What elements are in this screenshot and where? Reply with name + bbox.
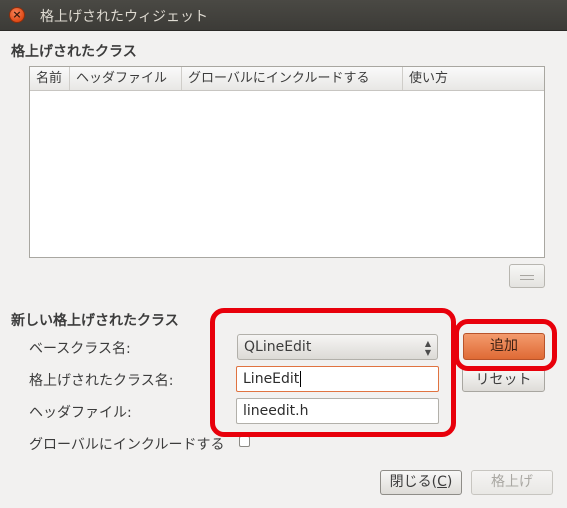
column-header-name[interactable]: 名前: [30, 67, 70, 90]
promoted-classes-table[interactable]: 名前 ヘッダファイル グローバルにインクルードする 使い方: [29, 66, 545, 258]
promoted-widgets-dialog: × 格上げされたウィジェット 格上げされたクラス 名前 ヘッダファイル グローバ…: [0, 0, 567, 508]
global-include-checkbox[interactable]: [239, 436, 250, 447]
promote-button[interactable]: 格上げ: [471, 470, 553, 495]
add-button[interactable]: 追加: [463, 333, 545, 360]
column-header-usage[interactable]: 使い方: [403, 67, 544, 90]
table-header: 名前 ヘッダファイル グローバルにインクルードする 使い方: [30, 67, 544, 91]
window-title: 格上げされたウィジェット: [40, 9, 208, 25]
base-class-label: ベースクラス名:: [29, 341, 131, 357]
text-cursor: [300, 371, 302, 387]
base-class-combo[interactable]: QLineEdit ▲ ▼: [237, 334, 438, 360]
global-include-label: グローバルにインクルードする: [29, 437, 225, 453]
remove-class-button[interactable]: [509, 264, 545, 288]
close-label-prefix: 閉じる(: [389, 474, 438, 490]
column-header-global-include[interactable]: グローバルにインクルードする: [182, 67, 403, 90]
header-file-input[interactable]: lineedit.h: [236, 398, 439, 424]
minus-icon: [520, 275, 534, 280]
column-header-header-file[interactable]: ヘッダファイル: [70, 67, 182, 90]
promoted-classes-heading: 格上げされたクラス: [11, 44, 137, 60]
reset-button[interactable]: リセット: [462, 368, 545, 392]
close-label-suffix: ): [446, 474, 453, 490]
base-class-value: QLineEdit: [244, 339, 312, 355]
close-icon[interactable]: ×: [9, 7, 25, 23]
close-button[interactable]: 閉じる(C): [380, 470, 462, 495]
title-bar: × 格上げされたウィジェット: [0, 0, 567, 31]
promoted-class-name-input[interactable]: LineEdit: [236, 366, 439, 392]
header-file-value: lineedit.h: [243, 403, 309, 419]
new-promoted-class-heading: 新しい格上げされたクラス: [11, 313, 179, 329]
close-label-mnemonic: C: [437, 474, 447, 490]
combo-arrows-icon: ▲ ▼: [424, 339, 431, 357]
promoted-class-name-value: LineEdit: [243, 371, 300, 387]
promoted-class-name-label: 格上げされたクラス名:: [29, 373, 174, 389]
header-file-label: ヘッダファイル:: [29, 405, 132, 421]
